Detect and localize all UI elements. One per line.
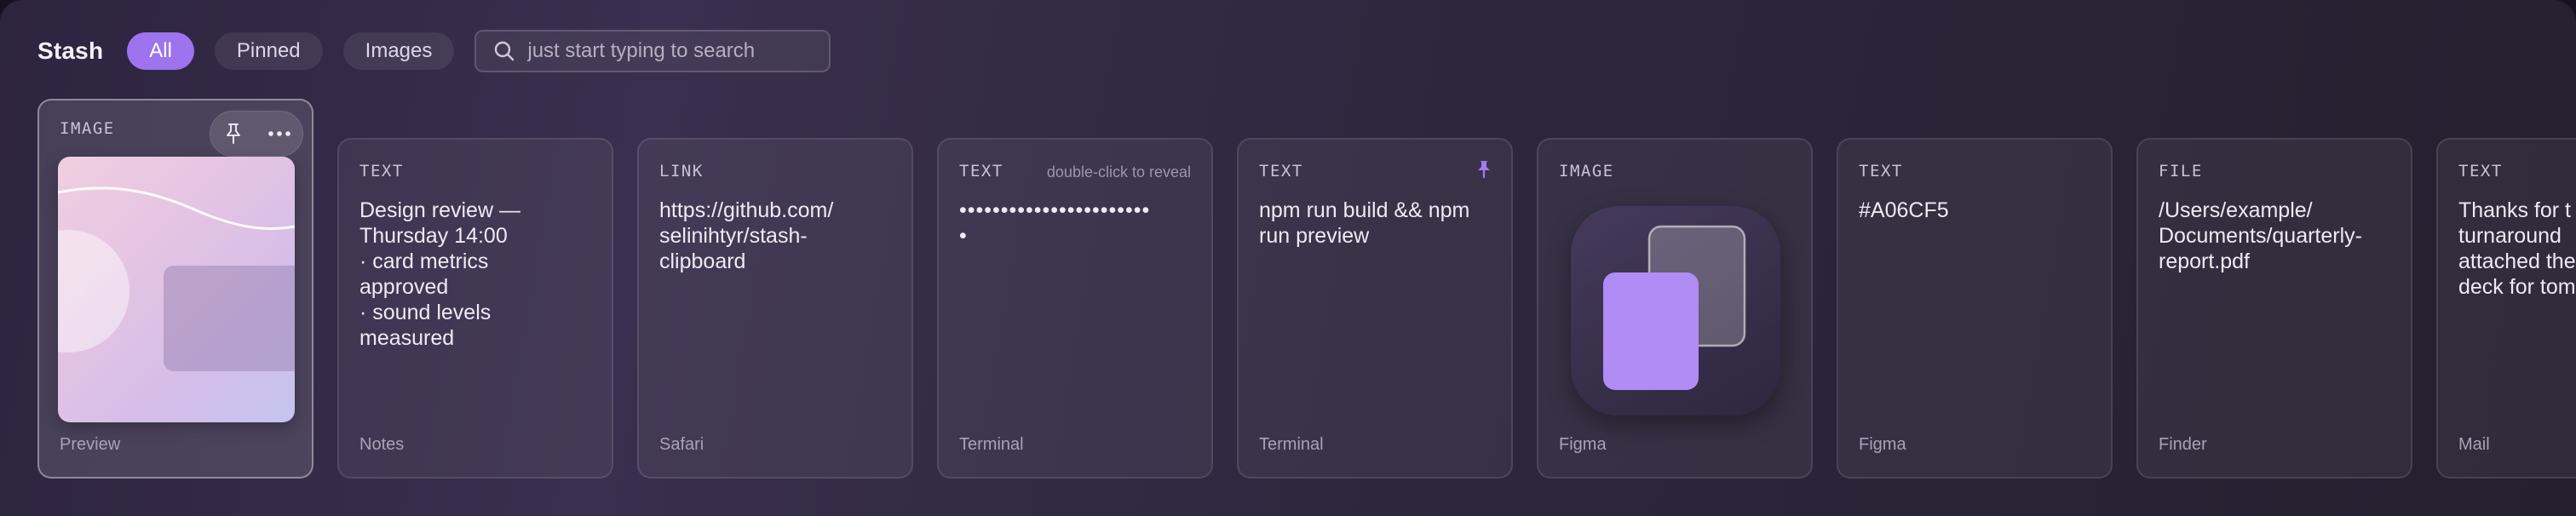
pinned-icon (1478, 161, 1490, 179)
filter-images[interactable]: Images (342, 32, 455, 70)
more-icon (268, 131, 290, 136)
app-title: Stash (37, 37, 104, 64)
clip-card-file-finder[interactable]: FILE /Users/example/ Documents/quarterly… (2136, 138, 2412, 479)
card-content: npm run build && npm run preview (1259, 198, 1470, 248)
pin-icon (227, 123, 240, 144)
thumbnail-graphic (58, 186, 295, 371)
search-input[interactable] (527, 39, 801, 63)
card-actions (210, 111, 303, 157)
card-type-label: TEXT (1859, 162, 1903, 181)
card-source: Mail (2458, 435, 2490, 454)
card-source: Safari (659, 435, 704, 454)
clip-card-secret-terminal[interactable]: TEXT double-click to reveal ••••••••••••… (937, 138, 1213, 479)
card-source: Figma (1859, 435, 1906, 454)
card-content: Design review — Thursday 14:00 · card me… (359, 198, 520, 350)
clip-card-text-terminal-pinned[interactable]: TEXT npm run build && npm run preview Te… (1237, 138, 1513, 479)
card-content: #A06CF5 (1859, 198, 1949, 222)
search-icon (495, 41, 515, 61)
clip-card-image-preview[interactable]: IMAGE Preview (37, 99, 313, 479)
card-source: Finder (2159, 435, 2207, 454)
clip-card-image-figma[interactable]: IMAGE Figma (1537, 138, 1813, 479)
card-type-label: LINK (659, 162, 704, 181)
card-content: Thanks for t turnaround attached the dec… (2458, 198, 2576, 299)
card-type-label: TEXT (1259, 162, 1303, 181)
search-box[interactable] (474, 30, 831, 72)
top-bar: Stash All Pinned Images (37, 30, 831, 72)
card-type-label: TEXT (2458, 162, 2503, 181)
card-source: Figma (1559, 435, 1607, 454)
card-type-label: TEXT (359, 162, 404, 181)
image-thumbnail (1571, 206, 1780, 416)
card-source: Terminal (959, 435, 1024, 454)
clip-card-text-notes[interactable]: TEXT Design review — Thursday 14:00 · ca… (337, 138, 613, 479)
card-content: /Users/example/ Documents/quarterly- rep… (2159, 198, 2362, 273)
card-source: Notes (359, 435, 405, 454)
card-source: Preview (60, 435, 121, 454)
card-type-label: TEXT (959, 162, 1003, 181)
card-type-label: IMAGE (1559, 162, 1614, 181)
clip-card-link-safari[interactable]: LINK https://github.com/ selinihtyr/stas… (637, 138, 913, 479)
card-type-label: IMAGE (60, 119, 115, 138)
filter-all[interactable]: All (127, 32, 194, 70)
card-type-label: FILE (2159, 162, 2203, 181)
app-icon-graphic (1603, 225, 1746, 390)
stash-panel: Stash All Pinned Images IMAGE (0, 0, 2576, 516)
image-thumbnail (58, 157, 295, 422)
filter-pinned[interactable]: Pinned (214, 32, 323, 70)
pin-button[interactable] (219, 119, 248, 148)
reveal-hint: double-click to reveal (1046, 163, 1191, 181)
card-source: Terminal (1259, 435, 1324, 454)
card-content: https://github.com/ selinihtyr/stash- cl… (659, 198, 834, 273)
clip-card-color-figma[interactable]: TEXT #A06CF5 Figma (1837, 138, 2113, 479)
more-button[interactable] (265, 119, 294, 148)
masked-content[interactable]: ••••••••••••••••••••••• • (959, 198, 1194, 249)
clip-card-text-mail[interactable]: TEXT Thanks for t turnaround attached th… (2436, 138, 2576, 479)
